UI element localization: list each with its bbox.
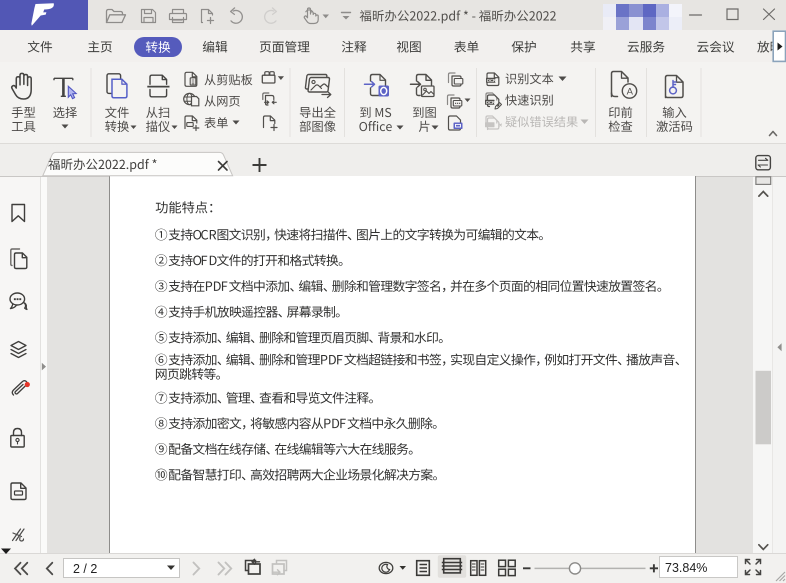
svg-text:OCR: OCR xyxy=(487,78,496,83)
svg-text:OCR: OCR xyxy=(486,100,495,105)
svg-text:A: A xyxy=(627,87,634,98)
